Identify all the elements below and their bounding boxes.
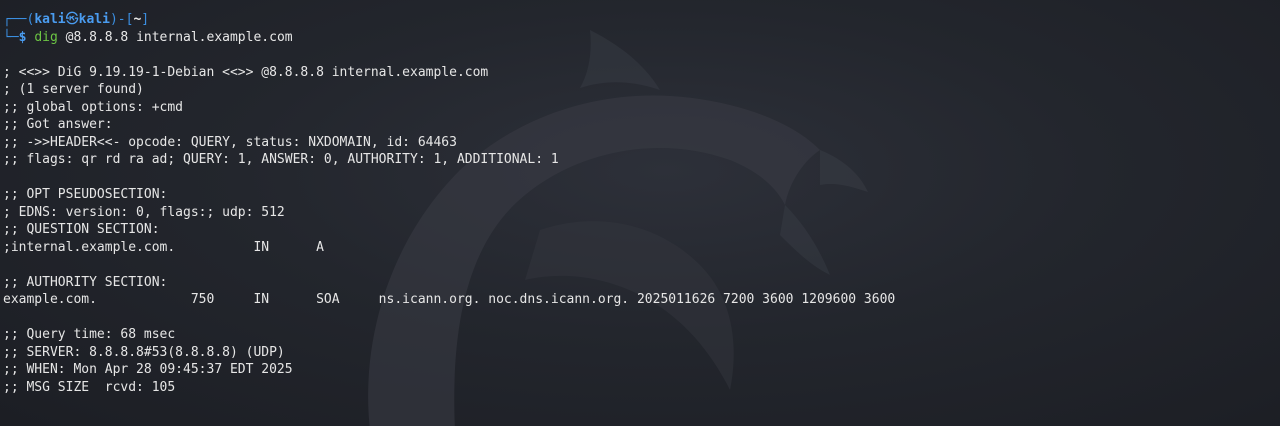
prompt-close: ] — [141, 12, 150, 27]
prompt-user: kali — [34, 12, 66, 27]
output-line: ;; global options: +cmd — [3, 99, 184, 115]
output-line: ;; QUESTION SECTION: — [3, 222, 160, 237]
prompt-mid: )-[ — [109, 12, 134, 27]
output-line: ;; SERVER: 8.8.8.8#53(8.8.8.8) (UDP) — [3, 344, 285, 360]
output-line: example.com. 750 IN SOA ns.icann.org. no… — [3, 292, 896, 307]
prompt-line-top: ┌──(kali㉿kali)-[~] — [3, 11, 1280, 29]
prompt-line-command: └─$ dig @8.8.8.8 internal.example.com — [3, 29, 1280, 47]
prompt-separator-icon: ㉿ — [65, 12, 79, 27]
output-line: ;; AUTHORITY SECTION: — [3, 274, 168, 290]
output-line: ;; OPT PSEUDOSECTION: — [3, 187, 168, 202]
output-line: ; (1 server found) — [3, 82, 144, 97]
command-name: dig — [34, 29, 58, 45]
output-line: ;; WHEN: Mon Apr 28 09:45:37 EDT 2025 — [3, 362, 293, 377]
output-line: ;internal.example.com. IN A — [3, 239, 324, 255]
terminal-window[interactable]: ┌──(kali㉿kali)-[~] └─$ dig @8.8.8.8 inte… — [0, 0, 1280, 426]
output-line: ; EDNS: version: 0, flags:; udp: 512 — [3, 204, 285, 220]
output-line: ;; Query time: 68 msec — [3, 327, 176, 342]
terminal-content: ┌──(kali㉿kali)-[~] └─$ dig @8.8.8.8 inte… — [0, 0, 1280, 396]
output-line: ;; ->>HEADER<<- opcode: QUERY, status: N… — [3, 134, 457, 150]
command-arguments: @8.8.8.8 internal.example.com — [57, 29, 293, 45]
prompt-corner-bottom: └─ — [3, 29, 19, 45]
output-line: ; <<>> DiG 9.19.19-1-Debian <<>> @8.8.8.… — [3, 64, 489, 80]
prompt-corner: ┌──( — [3, 12, 35, 27]
output-line: ;; Got answer: — [3, 117, 113, 132]
output-line: ;; flags: qr rd ra ad; QUERY: 1, ANSWER:… — [3, 152, 559, 167]
prompt-host: kali — [78, 12, 110, 27]
output-line: ;; MSG SIZE rcvd: 105 — [3, 379, 176, 395]
